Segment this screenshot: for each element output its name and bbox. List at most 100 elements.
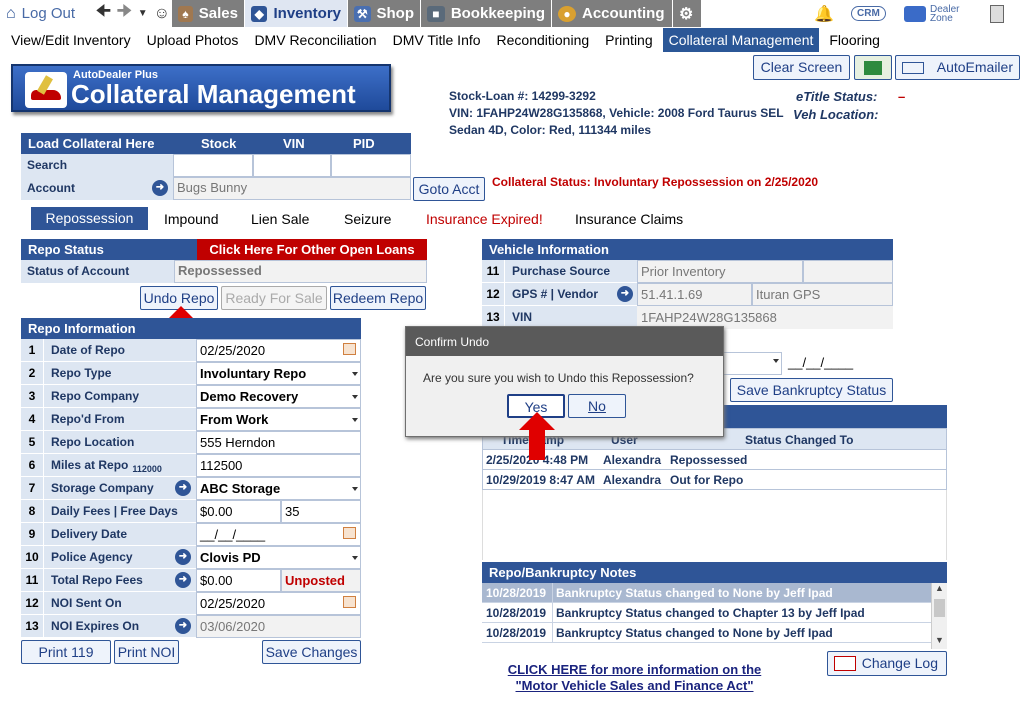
dialog-no-button[interactable]: No — [568, 394, 626, 418]
note-row[interactable]: 10/28/2019 Bankruptcy Status changed to N… — [482, 583, 931, 603]
repo-row-value[interactable]: $0.00 — [196, 569, 281, 592]
repo-row-value[interactable]: Demo Recovery — [196, 385, 361, 408]
crm-button[interactable]: CRM — [845, 0, 889, 27]
calendar-icon[interactable] — [343, 596, 356, 608]
chevron-down-icon[interactable] — [352, 556, 358, 560]
logout-button[interactable]: ⌂ Log Out — [0, 0, 88, 27]
tab-inventory[interactable]: ◆ Inventory — [245, 0, 347, 27]
history-status: Out for Repo — [670, 473, 744, 487]
notes-scrollbar[interactable]: ▲ ▼ — [931, 583, 947, 649]
calculator-button[interactable] — [984, 0, 1010, 27]
account-lookup-icon[interactable]: ➜ — [152, 180, 168, 196]
tab-seizure[interactable]: Seizure — [344, 211, 391, 227]
account-field[interactable]: Bugs Bunny — [173, 177, 411, 200]
search-row-label: Search — [21, 154, 173, 177]
vin-search-input[interactable] — [253, 154, 331, 177]
lookup-icon[interactable]: ➜ — [175, 480, 191, 496]
subnav-view-edit[interactable]: View/Edit Inventory — [5, 28, 137, 52]
subnav-dmv-title-info[interactable]: DMV Title Info — [387, 28, 487, 52]
dealer-zone-button[interactable]: Dealer Zone — [898, 0, 980, 27]
save-changes-button[interactable]: Save Changes — [262, 640, 361, 664]
scroll-up-icon[interactable]: ▲ — [935, 583, 944, 593]
finance-act-link[interactable]: CLICK HERE for more information on the "… — [482, 662, 787, 694]
other-open-loans-link[interactable]: Click Here For Other Open Loans — [197, 239, 427, 260]
gps-lookup-icon[interactable]: ➜ — [617, 286, 633, 302]
chevron-down-icon[interactable]: ▼ — [138, 8, 148, 19]
stock-search-input[interactable] — [173, 154, 253, 177]
chevron-down-icon[interactable] — [352, 395, 358, 399]
note-date: 10/28/2019 — [486, 606, 547, 620]
finance-act-link-line1[interactable]: CLICK HERE for more information on the — [482, 662, 787, 678]
lookup-icon[interactable]: ➜ — [175, 618, 191, 634]
load-collateral-title: Load Collateral Here — [28, 136, 155, 151]
change-log-button[interactable]: Change Log — [827, 651, 947, 676]
repo-row-label: Daily Fees | Free Days — [43, 500, 196, 523]
subnav-printing[interactable]: Printing — [599, 28, 658, 52]
chevron-down-icon[interactable] — [352, 487, 358, 491]
chevron-down-icon[interactable] — [352, 418, 358, 422]
print-119-button[interactable]: Print 119 — [21, 640, 111, 664]
dialog-titlebar[interactable]: Confirm Undo — [406, 327, 723, 356]
tab-impound[interactable]: Impound — [164, 211, 218, 227]
subnav-dmv-reconciliation[interactable]: DMV Reconciliation — [248, 28, 382, 52]
subnav-collateral-management[interactable]: Collateral Management — [662, 28, 820, 52]
repo-row-value[interactable]: ABC Storage — [196, 477, 361, 500]
repo-row-value[interactable]: 112500 — [196, 454, 361, 477]
vehicle-row-label-text: Purchase Source — [512, 264, 611, 278]
redeem-repo-button[interactable]: Redeem Repo — [330, 286, 426, 310]
goto-account-button[interactable]: Goto Acct — [413, 177, 485, 201]
repo-row-value[interactable]: 02/25/2020 — [196, 339, 361, 362]
tab-insurance-claims[interactable]: Insurance Claims — [575, 211, 683, 227]
save-bankruptcy-button[interactable]: Save Bankruptcy Status — [730, 378, 893, 402]
tab-insurance-expired[interactable]: Insurance Expired! — [426, 211, 543, 227]
bankruptcy-date-input[interactable]: __/__/____ — [784, 352, 893, 375]
back-arrow-icon[interactable]: 🠈 — [96, 0, 111, 27]
repo-row-label-text: Repo Type — [51, 366, 112, 380]
repo-row-value[interactable]: 02/25/2020 — [196, 592, 361, 615]
email-button[interactable] — [854, 55, 892, 80]
lookup-icon[interactable]: ➜ — [175, 549, 191, 565]
chevron-down-icon[interactable] — [352, 372, 358, 376]
ready-for-sale-button[interactable]: Ready For Sale — [221, 286, 327, 310]
calendar-icon[interactable] — [343, 527, 356, 539]
history-nav: 🠈 🠊 ▼ ☺ — [90, 0, 170, 27]
pid-search-input[interactable] — [331, 154, 411, 177]
scroll-down-icon[interactable]: ▼ — [935, 635, 944, 645]
repo-row-value[interactable]: Involuntary Repo — [196, 362, 361, 385]
clear-screen-button[interactable]: Clear Screen — [753, 55, 850, 80]
tab-lien-sale[interactable]: Lien Sale — [251, 211, 309, 227]
tab-bookkeeping[interactable]: ■ Bookkeeping — [421, 0, 551, 27]
subnav-upload-photos[interactable]: Upload Photos — [141, 28, 245, 52]
finance-act-link-line2[interactable]: "Motor Vehicle Sales and Finance Act" — [482, 678, 787, 694]
repo-row-value-text: 03/06/2020 — [200, 619, 266, 634]
face-icon[interactable]: ☺ — [154, 5, 170, 23]
repo-row-value[interactable]: $0.00 — [196, 500, 281, 523]
forward-arrow-icon[interactable]: 🠊 — [117, 0, 132, 27]
tab-repossession[interactable]: Repossession — [31, 207, 148, 230]
repo-row-value2[interactable]: 35 — [281, 500, 361, 523]
settings-button[interactable]: ⚙ — [673, 0, 701, 27]
notifications-button[interactable]: 🔔 — [808, 0, 834, 27]
subnav-reconditioning[interactable]: Reconditioning — [491, 28, 596, 52]
tab-sales[interactable]: ♠ Sales — [172, 0, 244, 27]
repo-row-label-text: NOI Expires On — [51, 619, 140, 633]
note-row[interactable]: 10/28/2019 Bankruptcy Status changed to C… — [482, 603, 931, 623]
repo-row-value[interactable]: __/__/____ — [196, 523, 361, 546]
repo-row-value[interactable]: 555 Herndon — [196, 431, 361, 454]
repo-row-value[interactable]: From Work — [196, 408, 361, 431]
car-logo-icon — [25, 72, 67, 108]
scroll-thumb[interactable] — [934, 599, 945, 617]
tab-accounting[interactable]: ● Accounting — [552, 0, 672, 27]
repo-row-value[interactable]: Clovis PD — [196, 546, 361, 569]
lookup-icon[interactable]: ➜ — [175, 572, 191, 588]
repo-row-value-text: 02/25/2020 — [200, 596, 266, 611]
autoemailer-button[interactable]: AutoEmailer — [895, 55, 1020, 80]
home-icon: ⌂ — [6, 4, 16, 22]
subnav-flooring[interactable]: Flooring — [823, 28, 886, 52]
print-noi-button[interactable]: Print NOI — [114, 640, 179, 664]
tab-shop[interactable]: ⚒ Shop — [348, 0, 420, 27]
note-row[interactable]: 10/28/2019 Bankruptcy Status changed to N… — [482, 623, 931, 643]
tab-inventory-label: Inventory — [273, 5, 341, 22]
account-label: Account — [27, 181, 75, 195]
calendar-icon[interactable] — [343, 343, 356, 355]
